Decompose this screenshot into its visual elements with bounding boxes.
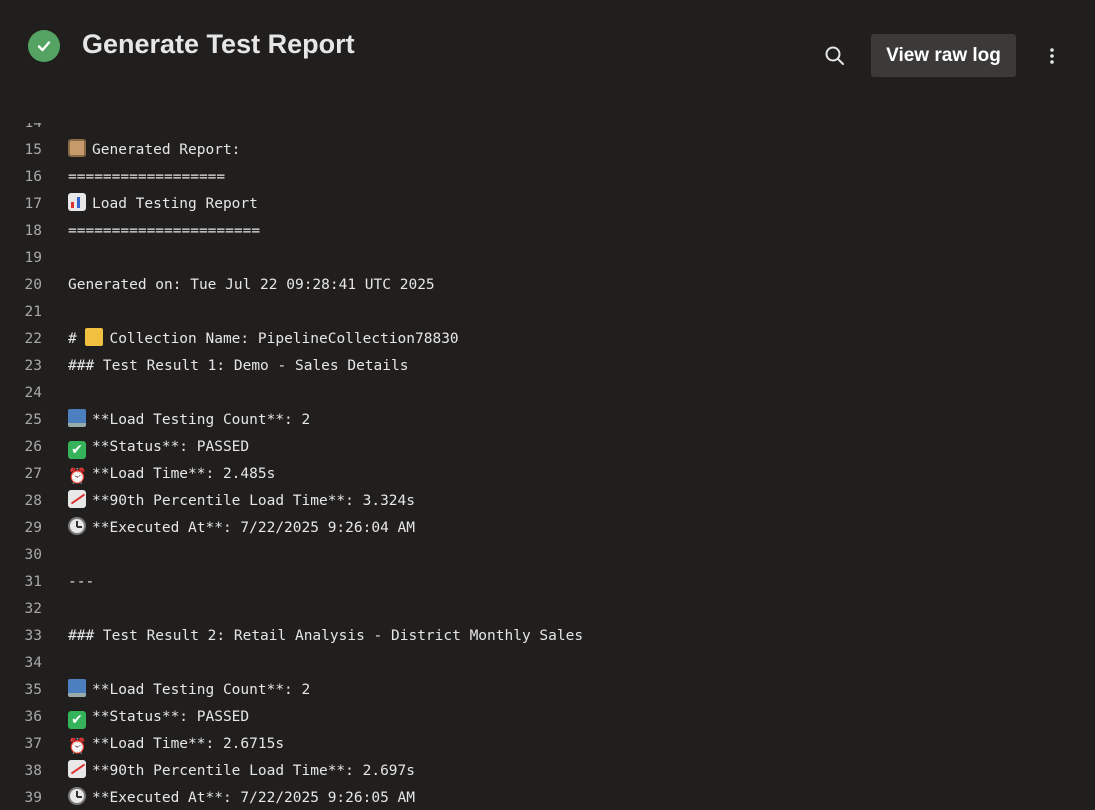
log-line: 36 ✔ **Status**: PASSED (0, 704, 1095, 731)
log-line: 32 (0, 596, 1095, 623)
line-number: 26 (24, 439, 42, 455)
line-number: 36 (24, 709, 42, 725)
line-number: 22 (24, 331, 42, 347)
log-line-text: ====================== (68, 223, 261, 239)
check-icon: ✔ (68, 711, 86, 729)
log-line: 26 ✔ **Status**: PASSED (0, 434, 1095, 461)
log-line: 23 ### Test Result 1: Demo - Sales Detail… (0, 353, 1095, 380)
log-line: 31 --- (0, 569, 1095, 596)
log-line: 30 (0, 542, 1095, 569)
line-number: 21 (24, 304, 42, 320)
log-viewer[interactable]: 14 15 Generated Report: 16 =================… (0, 123, 1095, 810)
log-line: 19 (0, 245, 1095, 272)
log-line: 38 **90th Percentile Load Time**: 2.697s (0, 758, 1095, 785)
log-line: 39 **Executed At**: 7/22/2025 9:26:05 AM (0, 785, 1095, 810)
log-line-text: ⏰ **Load Time**: 2.485s (68, 466, 276, 485)
folder-icon (85, 328, 104, 346)
line-number: 39 (24, 790, 42, 806)
line-number: 15 (24, 142, 42, 158)
trend-icon (68, 760, 86, 778)
log-line-text: ### Test Result 1: Demo - Sales Details (68, 358, 409, 374)
clock-icon (68, 787, 86, 805)
line-number: 38 (24, 763, 42, 779)
search-button[interactable] (820, 41, 850, 71)
line-number: 19 (24, 250, 42, 266)
more-vertical-icon (1050, 48, 1054, 64)
log-line: 29 **Executed At**: 7/22/2025 9:26:04 AM (0, 515, 1095, 542)
log-line-text: ✔ **Status**: PASSED (68, 434, 249, 461)
clipboard-icon (68, 139, 86, 157)
line-number: 17 (24, 196, 42, 212)
line-number: 31 (24, 574, 42, 590)
log-line: 25 **Load Testing Count**: 2 (0, 407, 1095, 434)
log-line: 33 ### Test Result 2: Retail Analysis - D… (0, 623, 1095, 650)
log-line-text: --- (68, 574, 95, 590)
page-title: Generate Test Report (82, 29, 355, 59)
log-line-text: # Collection Name: PipelineCollection788… (68, 326, 459, 353)
view-raw-log-button[interactable]: View raw log (871, 34, 1016, 77)
log-line-text: **90th Percentile Load Time**: 3.324s (68, 488, 415, 515)
laptop-icon (68, 409, 86, 427)
log-line-text: **Load Testing Count**: 2 (68, 407, 310, 434)
log-line: 15 Generated Report: (0, 137, 1095, 164)
line-number: 28 (24, 493, 42, 509)
line-number: 29 (24, 520, 42, 536)
log-line: 35 **Load Testing Count**: 2 (0, 677, 1095, 704)
clock-icon (68, 517, 86, 535)
log-line-text: Generated Report: (68, 137, 240, 164)
log-line-text: **Load Testing Count**: 2 (68, 677, 310, 704)
log-line: 17 Load Testing Report (0, 191, 1095, 218)
log-line-text: Load Testing Report (68, 191, 258, 218)
line-number: 20 (24, 277, 42, 293)
log-line-text: **Executed At**: 7/22/2025 9:26:05 AM (68, 785, 415, 810)
log-line: 27 ⏰ **Load Time**: 2.485s (0, 461, 1095, 488)
log-line: 22 # Collection Name: PipelineCollection7… (0, 326, 1095, 353)
log-line-text: ⏰ **Load Time**: 2.6715s (68, 736, 285, 755)
log-line: 28 **90th Percentile Load Time**: 3.324s (0, 488, 1095, 515)
header: Generate Test Report View raw log (0, 0, 1095, 110)
log-line: 34 (0, 650, 1095, 677)
more-options-button[interactable] (1040, 42, 1064, 70)
log-line: 18 ====================== (0, 218, 1095, 245)
line-number: 34 (24, 655, 42, 671)
line-number: 14 (24, 123, 42, 131)
log-line-text: **Executed At**: 7/22/2025 9:26:04 AM (68, 515, 415, 542)
log-line-text: ✔ **Status**: PASSED (68, 704, 249, 731)
log-line: 20 Generated on: Tue Jul 22 09:28:41 UTC … (0, 272, 1095, 299)
alarm-icon: ⏰ (68, 467, 87, 485)
log-line: 21 (0, 299, 1095, 326)
laptop-icon (68, 679, 86, 697)
alarm-icon: ⏰ (68, 737, 87, 755)
line-number: 30 (24, 547, 42, 563)
line-number: 23 (24, 358, 42, 374)
log-line: 16 ================== (0, 164, 1095, 191)
line-number: 32 (24, 601, 42, 617)
log-line: 37 ⏰ **Load Time**: 2.6715s (0, 731, 1095, 758)
line-number: 37 (24, 736, 42, 752)
log-line-text: **90th Percentile Load Time**: 2.697s (68, 758, 415, 785)
line-number: 16 (24, 169, 42, 185)
line-number: 27 (24, 466, 42, 482)
chart-icon (68, 193, 86, 211)
line-number: 25 (24, 412, 42, 428)
line-number: 18 (24, 223, 42, 239)
line-number: 35 (24, 682, 42, 698)
line-number: 33 (24, 628, 42, 644)
trend-icon (68, 490, 86, 508)
log-line: 24 (0, 380, 1095, 407)
line-number: 24 (24, 385, 42, 401)
log-line-text: ### Test Result 2: Retail Analysis - Dis… (68, 628, 584, 644)
check-icon: ✔ (68, 441, 86, 459)
log-line-text: ================== (68, 169, 226, 185)
log-line: 14 (0, 123, 1095, 137)
log-line-text: Generated on: Tue Jul 22 09:28:41 UTC 20… (68, 277, 435, 293)
check-circle-icon (28, 30, 60, 62)
search-icon (825, 46, 844, 65)
